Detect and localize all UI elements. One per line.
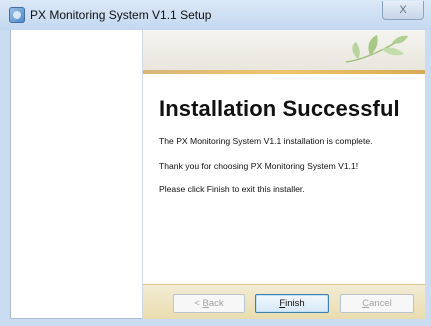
- button-bar: < Back Finish Cancel: [143, 284, 425, 319]
- installer-app-icon: [9, 7, 25, 23]
- close-button[interactable]: X: [382, 1, 424, 20]
- finish-message-panel: Installation Successful The PX Monitorin…: [143, 74, 425, 284]
- setup-window: PX Monitoring System V1.1 Setup X Instal…: [0, 0, 431, 326]
- exit-instruction: Please click Finish to exit this install…: [159, 184, 305, 194]
- thanks-message: Thank you for choosing PX Monitoring Sys…: [159, 161, 359, 171]
- cancel-label: ancel: [369, 298, 392, 309]
- page-title: Installation Successful: [159, 96, 400, 121]
- wizard-content: Installation Successful The PX Monitorin…: [143, 30, 425, 319]
- title-bar[interactable]: PX Monitoring System V1.1 Setup X: [0, 0, 431, 30]
- leaf-decoration-icon: [345, 35, 408, 63]
- back-prefix: <: [194, 298, 203, 309]
- wizard-side-panel: [10, 30, 143, 319]
- window-title: PX Monitoring System V1.1 Setup: [30, 8, 212, 22]
- cancel-button[interactable]: Cancel: [340, 294, 414, 313]
- finish-label: inish: [285, 298, 305, 309]
- back-button[interactable]: < Back: [173, 294, 245, 313]
- back-label: ack: [208, 298, 224, 309]
- header-banner: [143, 30, 425, 70]
- close-icon: X: [399, 4, 407, 16]
- completion-message: The PX Monitoring System V1.1 installati…: [159, 136, 373, 146]
- finish-button[interactable]: Finish: [255, 294, 329, 313]
